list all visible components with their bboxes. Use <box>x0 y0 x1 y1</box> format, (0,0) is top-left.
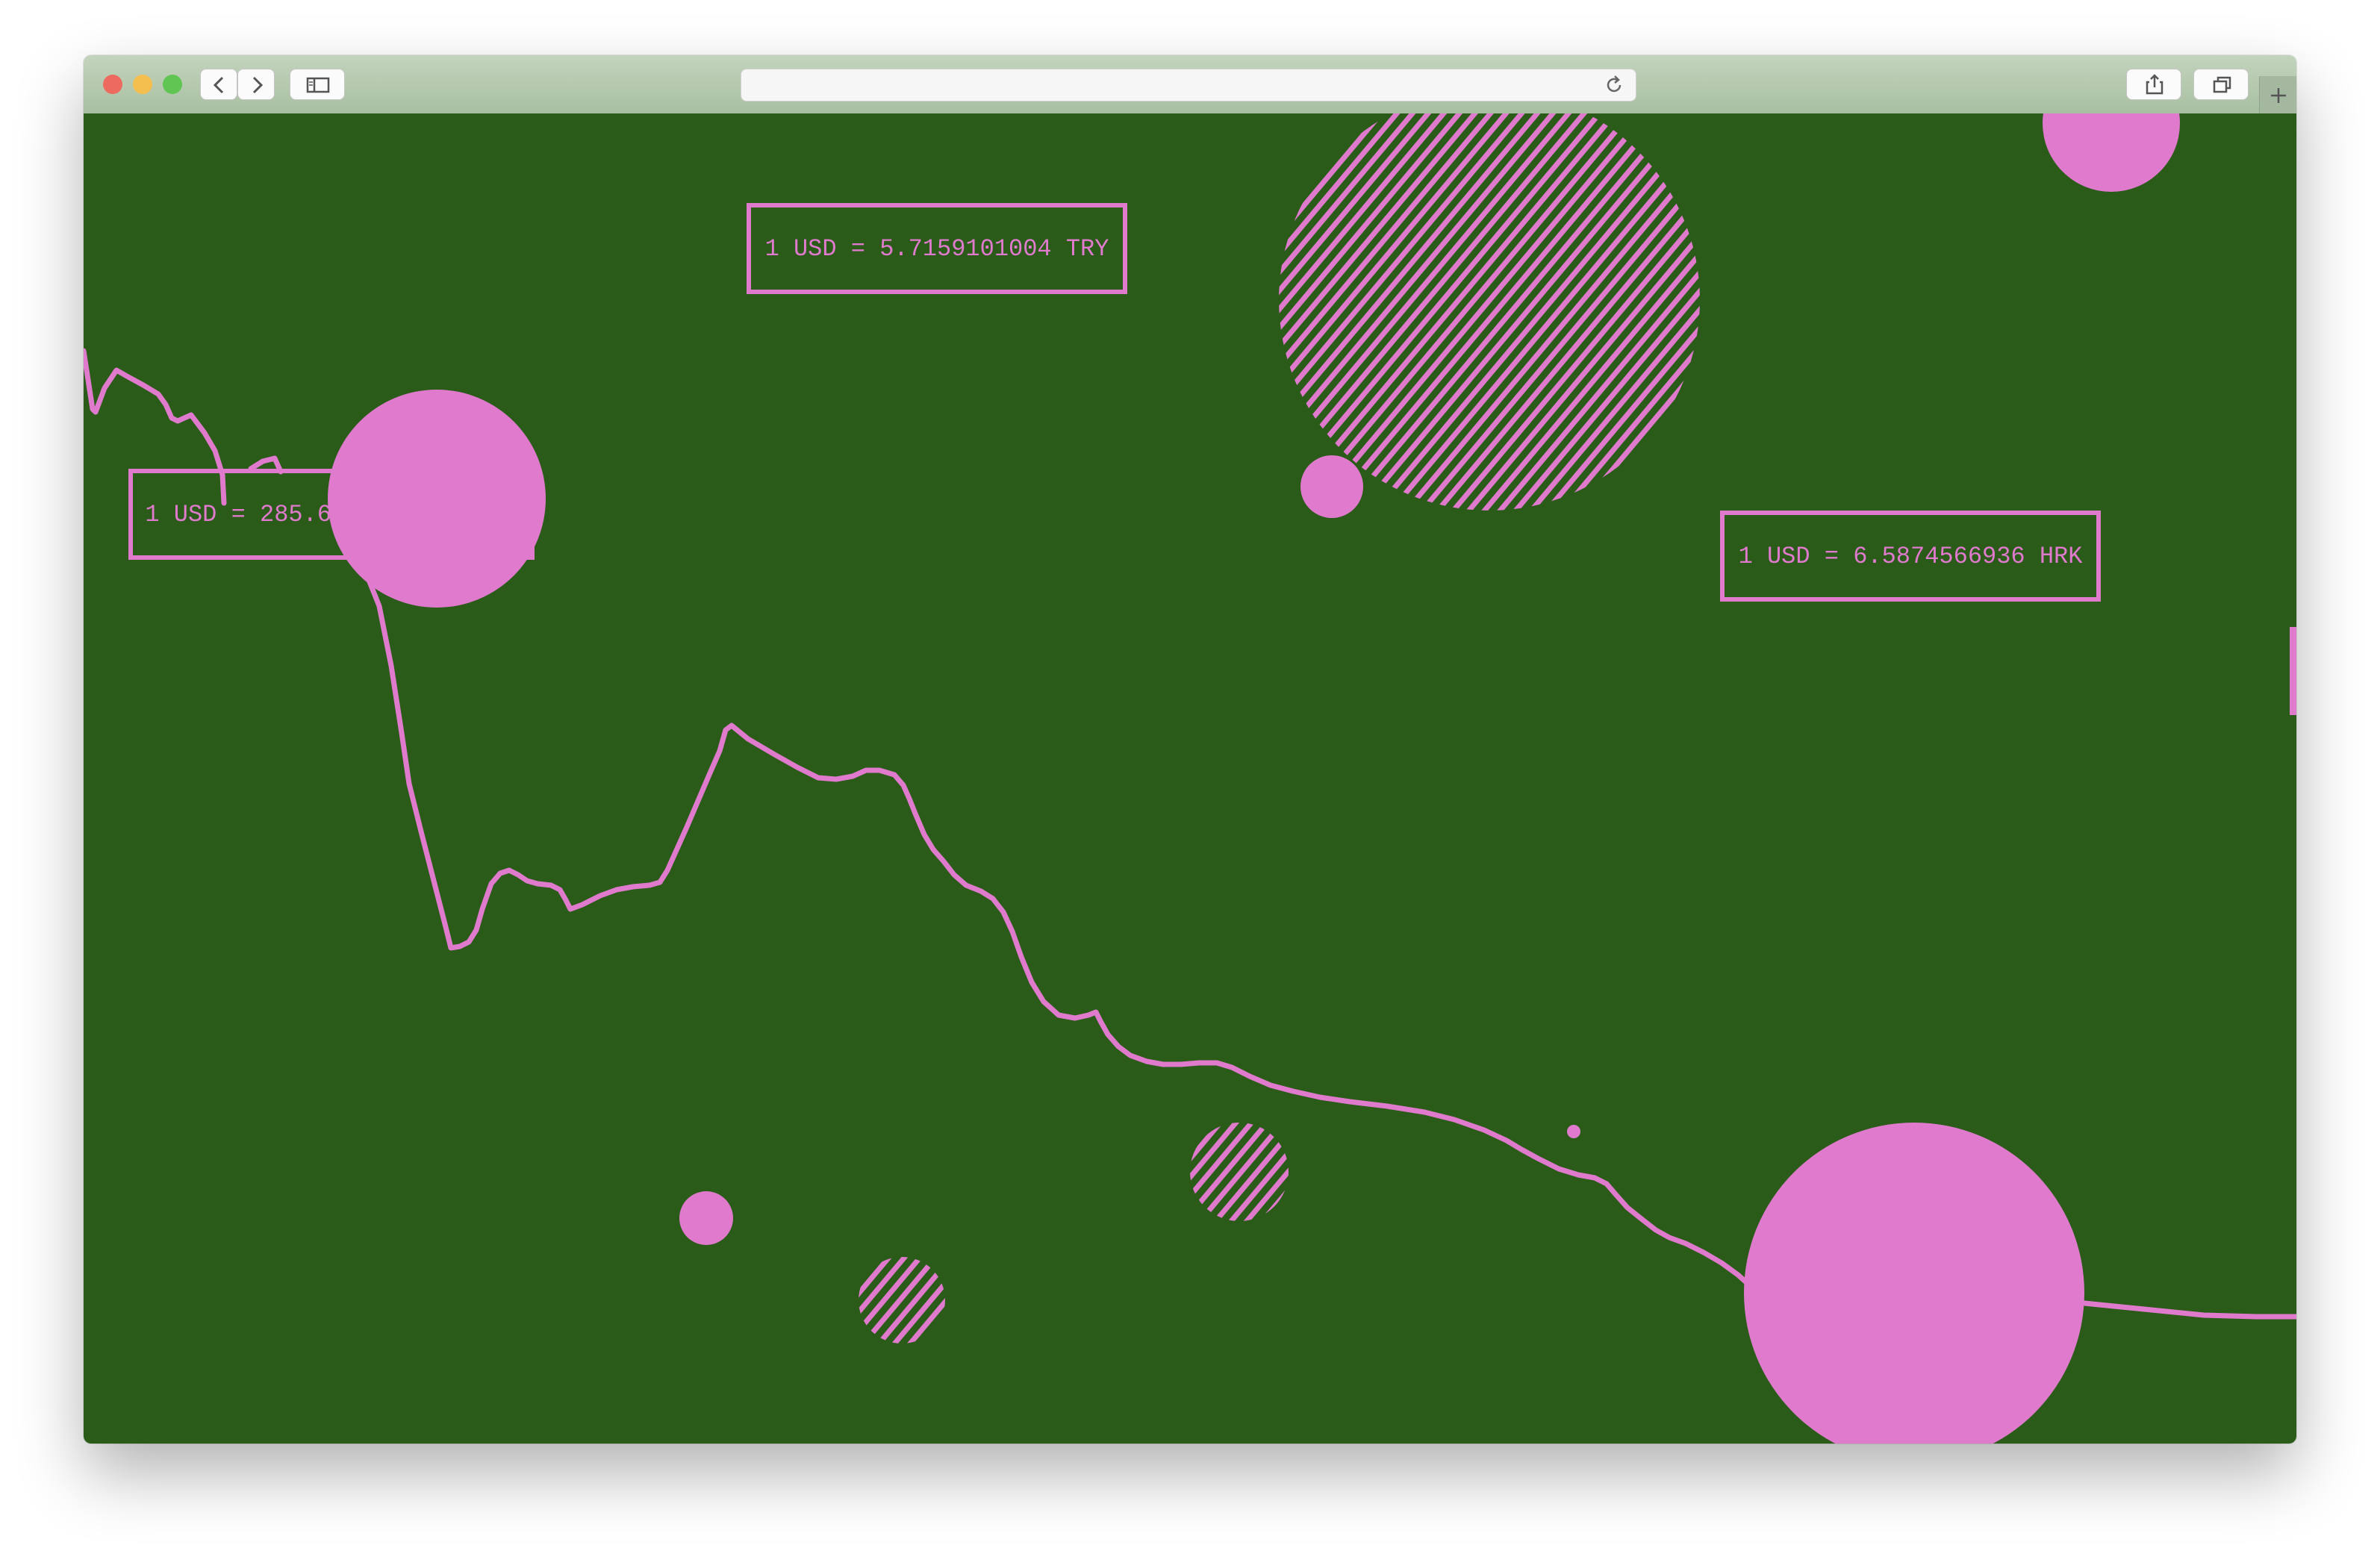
rate-box-try: 1 USD = 5.7159101004 TRY <box>747 203 1127 294</box>
plus-icon <box>2271 88 2286 103</box>
address-bar[interactable] <box>741 69 1636 102</box>
sidebar-button[interactable] <box>290 69 345 100</box>
minimize-window-button[interactable] <box>133 75 152 94</box>
decorative-dot <box>1567 1125 1580 1138</box>
rate-text-huf: 1 USD = 285.6089544284 HUF <box>145 500 518 528</box>
reload-icon[interactable] <box>1601 72 1627 98</box>
decorative-circle <box>1300 455 1363 518</box>
chevron-right-icon <box>252 76 264 94</box>
decorative-circle <box>2043 113 2180 192</box>
scroll-indicator[interactable] <box>2290 627 2296 715</box>
close-window-button[interactable] <box>103 75 122 94</box>
share-icon <box>2146 74 2164 95</box>
browser-window: 1 USD = 285.6089544284 HUF 1 USD = 5.715… <box>84 55 2296 1444</box>
art-canvas <box>84 113 2296 1444</box>
rate-box-huf: 1 USD = 285.6089544284 HUF <box>128 469 535 560</box>
rate-box-hrk: 1 USD = 6.5874566936 HRK <box>1720 511 2101 602</box>
page-content: 1 USD = 285.6089544284 HUF 1 USD = 5.715… <box>84 113 2296 1444</box>
sidebar-icon <box>306 77 330 93</box>
rate-text-hrk: 1 USD = 6.5874566936 HRK <box>1738 542 2083 570</box>
decorative-circle <box>679 1191 733 1245</box>
browser-toolbar <box>84 55 2296 115</box>
hatched-circle-large <box>1279 113 1700 511</box>
tabs-button[interactable] <box>2193 69 2249 100</box>
chevron-left-icon <box>213 76 224 94</box>
rate-text-try: 1 USD = 5.7159101004 TRY <box>764 234 1109 263</box>
tabs-icon <box>2213 76 2231 93</box>
new-tab-button[interactable] <box>2259 76 2296 113</box>
back-button[interactable] <box>200 69 237 100</box>
forward-button[interactable] <box>237 69 275 100</box>
share-button[interactable] <box>2126 69 2181 100</box>
decorative-circle <box>1744 1123 2084 1444</box>
zoom-window-button[interactable] <box>163 75 182 94</box>
hatched-circle-small <box>859 1257 945 1344</box>
hatched-circle-small <box>1190 1123 1289 1221</box>
